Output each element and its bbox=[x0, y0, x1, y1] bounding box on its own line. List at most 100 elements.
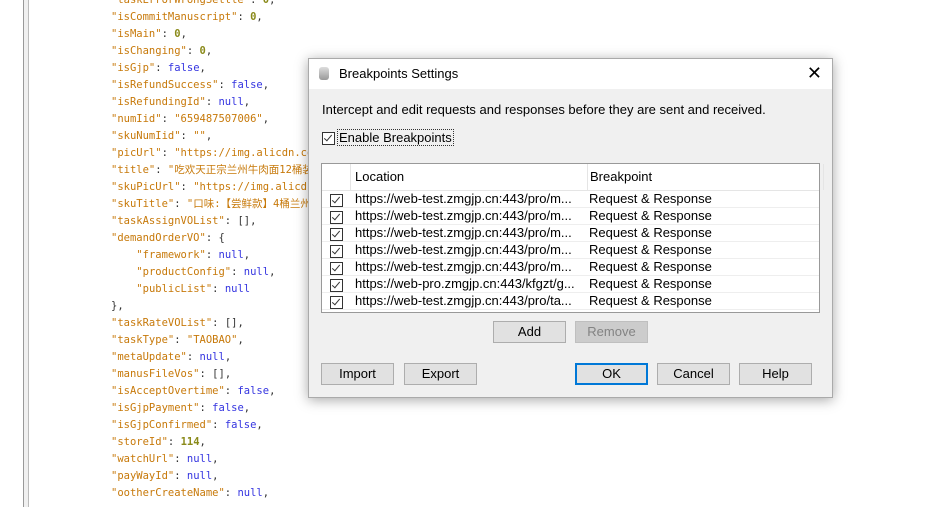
code-token: null bbox=[186, 453, 213, 465]
row-checkbox[interactable] bbox=[330, 279, 343, 293]
code-token: , bbox=[262, 79, 270, 91]
code-token: , bbox=[205, 45, 213, 57]
import-button[interactable]: Import bbox=[321, 363, 394, 385]
table-row[interactable]: https://web-test.zmgjp.cn:443/pro/ta... … bbox=[322, 293, 819, 310]
code-token: : bbox=[161, 28, 175, 40]
code-token: , bbox=[256, 11, 263, 23]
code-line: "isGjpConfirmed": false, bbox=[111, 417, 320, 434]
add-button[interactable]: Add bbox=[493, 321, 566, 343]
code-line: "isGjpPayment": false, bbox=[111, 400, 320, 417]
help-button[interactable]: Help bbox=[739, 363, 812, 385]
code-line: "isChanging": 0, bbox=[111, 43, 320, 60]
code-token: null bbox=[199, 351, 225, 363]
row-breakpoint: Request & Response bbox=[589, 208, 712, 223]
code-line: "isRefundingId": null, bbox=[111, 94, 320, 111]
code-token: "659487507006" bbox=[174, 113, 263, 125]
code-token: : bbox=[218, 79, 232, 91]
row-checkbox[interactable] bbox=[330, 211, 343, 225]
code-token: : bbox=[199, 368, 213, 380]
code-token: , bbox=[269, 0, 276, 6]
code-line: }, bbox=[111, 298, 320, 315]
code-line: "isAcceptOvertime": false, bbox=[111, 383, 320, 400]
code-token: , bbox=[180, 28, 187, 40]
code-token: "demandOrderVO" bbox=[111, 232, 206, 244]
table-row[interactable]: https://web-test.zmgjp.cn:443/pro/m... R… bbox=[322, 191, 819, 208]
row-checkbox[interactable] bbox=[330, 245, 343, 259]
code-token: : bbox=[212, 317, 225, 329]
export-button[interactable]: Export bbox=[404, 363, 477, 385]
code-line: "title": "吃欢天正宗兰州牛肉面12桶装 bbox=[111, 162, 320, 179]
code-token: "isCommitManuscript" bbox=[111, 11, 238, 23]
table-row[interactable]: https://web-test.zmgjp.cn:443/pro/m... R… bbox=[322, 242, 819, 259]
cancel-button[interactable]: Cancel bbox=[657, 363, 730, 385]
code-line: "ootherCreateName": null, bbox=[111, 485, 320, 502]
code-token: null bbox=[243, 266, 270, 278]
code-token: , bbox=[262, 487, 270, 499]
close-icon[interactable]: ✕ bbox=[807, 63, 822, 84]
code-token: : bbox=[224, 215, 238, 227]
dialog-title: Breakpoints Settings bbox=[339, 66, 459, 81]
dialog-titlebar[interactable]: Breakpoints Settings ✕ bbox=[309, 59, 832, 89]
code-token: : { bbox=[205, 232, 225, 244]
table-row[interactable]: https://web-test.zmgjp.cn:443/pro/m... R… bbox=[322, 259, 819, 276]
table-row[interactable]: https://web-pro.zmgjp.cn:443/kfgzt/g... … bbox=[322, 276, 819, 293]
app-icon bbox=[319, 67, 329, 80]
json-code-view[interactable]: "taskErrorWrongSettle": 0, "isCommitManus… bbox=[111, 0, 320, 502]
code-token: : bbox=[199, 402, 213, 414]
code-token: null bbox=[218, 249, 244, 261]
code-token: "skuTitle" bbox=[111, 198, 175, 210]
table-header: Location Breakpoint bbox=[322, 164, 824, 191]
code-token: : bbox=[155, 164, 168, 176]
code-line: "productConfig": null, bbox=[111, 264, 320, 281]
row-checkbox[interactable] bbox=[330, 228, 343, 242]
table-row[interactable]: https://web-test.zmgjp.cn:443/pro/m... R… bbox=[322, 208, 819, 225]
row-location: https://web-test.zmgjp.cn:443/pro/m... bbox=[355, 242, 572, 257]
code-token: : bbox=[250, 0, 263, 6]
code-token: : bbox=[212, 283, 225, 295]
code-line: "taskRateVOList": [], bbox=[111, 315, 320, 332]
code-line: "taskType": "TAOBAO", bbox=[111, 332, 320, 349]
row-breakpoint: Request & Response bbox=[589, 259, 712, 274]
code-token: "isRefundSuccess" bbox=[111, 79, 219, 91]
code-token: : bbox=[161, 113, 175, 125]
code-token: "isRefundingId" bbox=[111, 96, 206, 108]
code-line: "framework": null, bbox=[111, 247, 320, 264]
code-token: "storeId" bbox=[111, 436, 168, 448]
code-token: [], bbox=[237, 215, 257, 227]
row-breakpoint: Request & Response bbox=[589, 191, 712, 206]
code-token: , bbox=[269, 266, 276, 278]
code-token: , bbox=[205, 130, 213, 142]
code-token: "numIid" bbox=[111, 113, 162, 125]
code-token: : bbox=[224, 487, 238, 499]
code-line: "skuNumIid": "", bbox=[111, 128, 320, 145]
code-token: : bbox=[161, 147, 175, 159]
breakpoints-table: Location Breakpoint https://web-test.zmg… bbox=[321, 163, 824, 313]
column-header-location[interactable]: Location bbox=[351, 164, 588, 190]
code-token: : bbox=[224, 385, 238, 397]
row-breakpoint: Request & Response bbox=[589, 276, 712, 291]
row-checkbox[interactable] bbox=[330, 194, 343, 208]
row-location: https://web-test.zmgjp.cn:443/pro/m... bbox=[355, 259, 572, 274]
code-token: , bbox=[243, 96, 251, 108]
code-token: false bbox=[231, 79, 263, 91]
row-breakpoint: Request & Response bbox=[589, 293, 712, 308]
row-checkbox[interactable] bbox=[330, 296, 343, 310]
ok-button[interactable]: OK bbox=[575, 363, 648, 385]
code-line: "taskAssignVOList": [], bbox=[111, 213, 320, 230]
remove-button[interactable]: Remove bbox=[575, 321, 648, 343]
code-token: "isGjp" bbox=[111, 62, 156, 74]
column-header-breakpoint[interactable]: Breakpoint bbox=[584, 164, 824, 190]
enable-breakpoints-checkbox[interactable]: Enable Breakpoints bbox=[322, 129, 454, 146]
table-row[interactable]: https://web-test.zmgjp.cn:443/pro/m... R… bbox=[322, 225, 819, 242]
checkbox-checked-icon[interactable] bbox=[322, 132, 335, 146]
code-token: : bbox=[237, 11, 251, 23]
column-header-check bbox=[322, 164, 351, 190]
code-token: , bbox=[262, 113, 270, 125]
code-token: "" bbox=[193, 130, 206, 142]
code-token: "isChanging" bbox=[111, 45, 187, 57]
code-token: "watchUrl" bbox=[111, 453, 175, 465]
code-token: , bbox=[269, 385, 276, 397]
code-token: [], bbox=[212, 368, 232, 380]
row-checkbox[interactable] bbox=[330, 262, 343, 276]
